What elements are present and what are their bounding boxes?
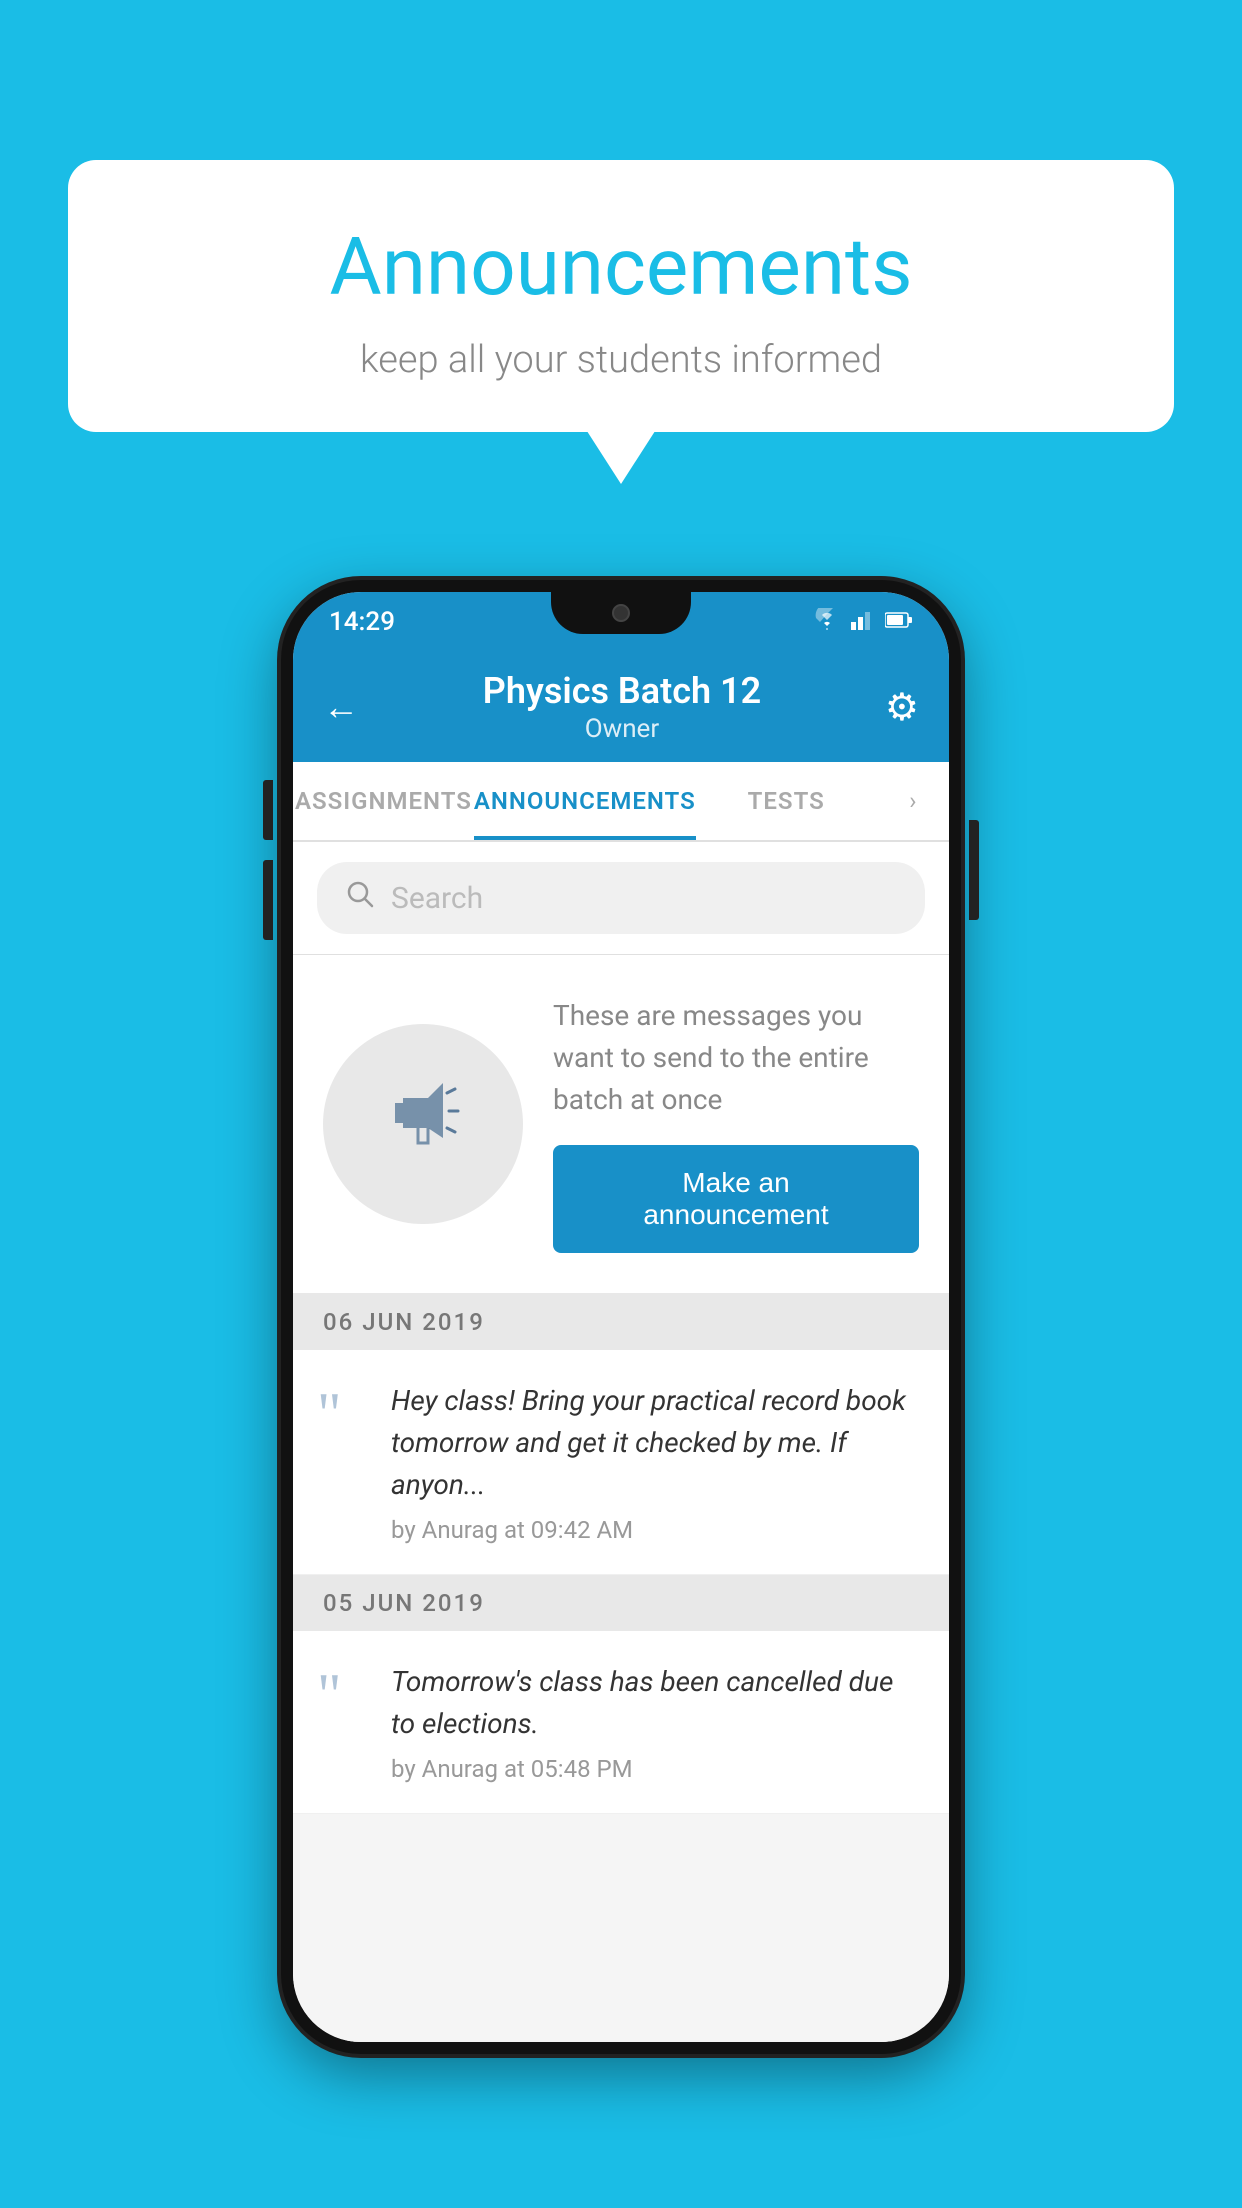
vol-down-button [263,860,273,940]
notch [551,592,691,634]
speech-bubble-subtitle: keep all your students informed [108,338,1134,382]
status-time: 14:29 [329,607,395,637]
search-bar-container: Search [293,842,949,955]
tab-announcements[interactable]: ANNOUNCEMENTS [474,762,696,840]
search-placeholder: Search [391,881,483,916]
tab-more[interactable]: › [877,762,949,840]
wifi-icon [813,608,841,636]
speech-bubble-container: Announcements keep all your students inf… [68,160,1174,432]
battery-icon [885,610,913,635]
app-bar: ← Physics Batch 12 Owner ⚙ [293,652,949,762]
empty-state-right: These are messages you want to send to t… [553,995,919,1253]
vol-up-button [263,780,273,840]
announcement-text-1: Hey class! Bring your practical record b… [391,1380,919,1506]
quote-icon-2: " [317,1661,367,1719]
back-button[interactable]: ← [323,686,359,728]
gear-icon[interactable]: ⚙ [885,685,919,730]
make-announcement-button[interactable]: Make an announcement [553,1145,919,1253]
phone-wrapper: 14:29 [68,580,1174,2054]
status-icons [813,608,913,636]
search-icon [345,879,375,917]
empty-state-description: These are messages you want to send to t… [553,995,919,1121]
announcement-meta-2: by Anurag at 05:48 PM [391,1755,919,1783]
announcement-content-2: Tomorrow's class has been cancelled due … [391,1661,919,1783]
date-divider-2: 05 JUN 2019 [293,1575,949,1631]
app-bar-title: Physics Batch 12 [359,670,885,712]
announcement-text-2: Tomorrow's class has been cancelled due … [391,1661,919,1745]
announcement-meta-1: by Anurag at 09:42 AM [391,1516,919,1544]
app-bar-subtitle: Owner [359,714,885,744]
date-divider-1: 06 JUN 2019 [293,1294,949,1350]
announcement-content-1: Hey class! Bring your practical record b… [391,1380,919,1544]
phone-screen: 14:29 [293,592,949,2042]
announcement-item-1[interactable]: " Hey class! Bring your practical record… [293,1350,949,1575]
quote-icon-1: " [317,1380,367,1438]
phone-device: 14:29 [281,580,961,2054]
app-bar-title-group: Physics Batch 12 Owner [359,670,885,744]
speech-bubble: Announcements keep all your students inf… [68,160,1174,432]
status-bar: 14:29 [293,592,949,652]
content-area: Search [293,842,949,2042]
signal-icon [851,608,875,636]
announcement-item-2[interactable]: " Tomorrow's class has been cancelled du… [293,1631,949,1814]
empty-state: These are messages you want to send to t… [293,955,949,1294]
tabs-bar: ASSIGNMENTS ANNOUNCEMENTS TESTS › [293,762,949,842]
camera [612,604,630,622]
speech-bubble-title: Announcements [108,220,1134,314]
tab-tests[interactable]: TESTS [696,762,877,840]
megaphone-circle [323,1024,523,1224]
power-button [969,820,979,920]
search-bar[interactable]: Search [317,862,925,934]
tab-assignments[interactable]: ASSIGNMENTS [293,762,474,840]
megaphone-icon [373,1063,473,1185]
